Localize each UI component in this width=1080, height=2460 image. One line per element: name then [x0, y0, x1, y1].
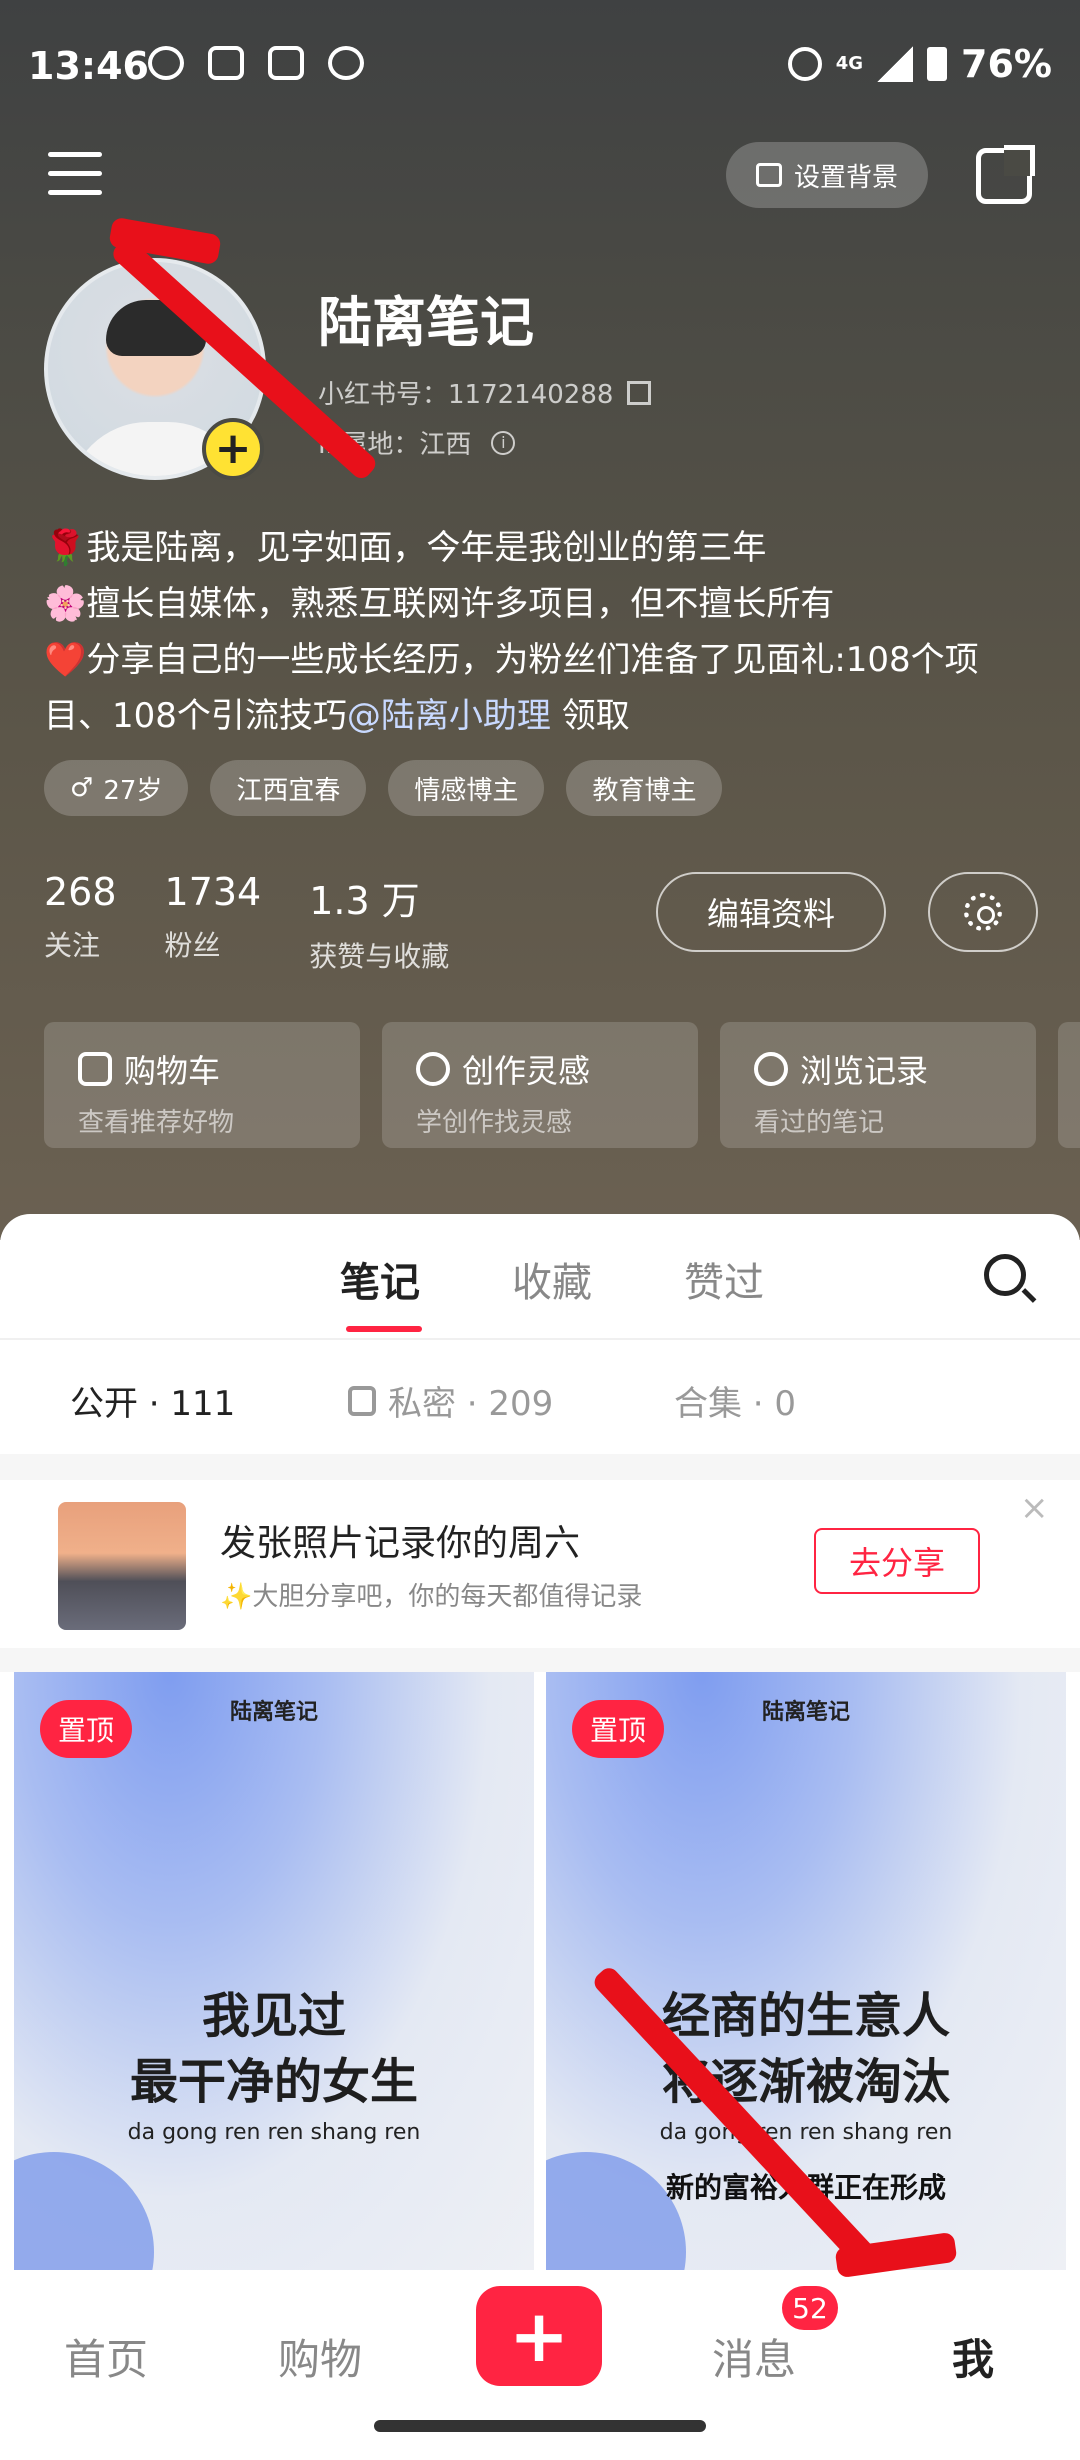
tag-location: 江西宜春	[210, 760, 367, 816]
profile-bio: 🌹我是陆离，见字如面，今年是我创业的第三年 🌸擅长自媒体，熟悉互联网许多项目，但…	[44, 520, 1044, 744]
status-time: 13:46	[28, 44, 149, 88]
status-bar: 13:46 4G 76%	[0, 0, 1080, 130]
tab-liked[interactable]: 赞过	[684, 1250, 764, 1308]
profile-tags: ♂ 27岁 江西宜春 情感博主 教育博主	[44, 760, 723, 816]
shortcut-cards: 购物车 查看推荐好物 创作灵感 学创作找灵感 浏览记录 看过的笔记	[44, 1022, 1080, 1148]
message-notification-icon	[208, 46, 244, 80]
bio-mention-link[interactable]: @陆离小助理	[347, 696, 551, 736]
active-tab-indicator	[346, 1326, 422, 1332]
share-icon[interactable]	[976, 145, 1035, 204]
battery-level: 76%	[961, 42, 1052, 86]
stat-following[interactable]: 268 关注	[44, 870, 117, 975]
edit-profile-button[interactable]: 编辑资料	[656, 872, 886, 952]
filter-collection[interactable]: 合集 · 0	[674, 1376, 796, 1425]
tag-category: 情感博主	[388, 760, 545, 816]
note-headline: 最干净的女生	[129, 2054, 418, 2110]
section-spacer	[0, 1454, 1080, 1480]
note-card[interactable]: 置顶 陆离笔记 我见过 最干净的女生 da gong ren ren shang…	[14, 1672, 534, 2272]
nav-shop[interactable]: 购物	[278, 2326, 362, 2387]
signal-icon	[877, 46, 914, 82]
record-notification-icon	[328, 46, 364, 80]
prompt-subtitle: ✨大胆分享吧，你的每天都值得记录	[220, 1582, 643, 1612]
filter-private[interactable]: 私密 · 209	[348, 1376, 553, 1425]
bio-line: 🌹我是陆离，见字如面，今年是我创业的第三年	[44, 528, 767, 568]
home-indicator[interactable]	[374, 2420, 706, 2432]
stat-likes[interactable]: 1.3 万 获赞与收藏	[309, 870, 449, 975]
info-icon[interactable]: i	[491, 430, 516, 455]
profile-id: 小红书号：1172140288	[318, 380, 614, 410]
filter-public[interactable]: 公开 · 111	[70, 1376, 235, 1425]
avatar-add-icon[interactable]: +	[202, 418, 264, 480]
share-prompt-card: 发张照片记录你的周六 ✨大胆分享吧，你的每天都值得记录 去分享 ×	[14, 1480, 1066, 1648]
tab-notes[interactable]: 笔记	[340, 1250, 420, 1308]
tag-age: ♂ 27岁	[44, 760, 189, 816]
note-headline: 将逐渐被淘汰	[661, 2054, 950, 2110]
tag-category: 教育博主	[566, 760, 723, 816]
set-background-button[interactable]: 设置背景	[726, 142, 928, 208]
nav-me[interactable]: 我	[952, 2326, 994, 2387]
battery-icon	[927, 47, 948, 81]
app-notification-icon	[148, 46, 184, 80]
grid-notification-icon	[268, 46, 304, 80]
publish-button[interactable]: +	[476, 2286, 602, 2386]
image-icon	[755, 163, 782, 187]
stat-followers[interactable]: 1734 粉丝	[165, 870, 262, 975]
bulb-icon	[416, 1052, 450, 1086]
profile-id-row[interactable]: 小红书号：1172140288	[318, 374, 652, 411]
go-share-button[interactable]: 去分享	[814, 1528, 980, 1594]
messages-badge: 52	[782, 2286, 838, 2330]
shortcut-inspiration[interactable]: 创作灵感 学创作找灵感	[382, 1022, 698, 1148]
shortcut-more[interactable]	[1058, 1022, 1080, 1148]
nav-home[interactable]: 首页	[64, 2326, 148, 2387]
shortcut-history[interactable]: 浏览记录 看过的笔记	[720, 1022, 1036, 1148]
prompt-title: 发张照片记录你的周六	[220, 1523, 581, 1564]
system-indicators: 4G 76%	[787, 42, 1052, 86]
bio-tail: 领取	[550, 696, 630, 736]
bio-line-last: ❤️分享自己的一些成长经历，为粉丝们准备了见面礼:108个项目、108个引流技巧…	[44, 632, 1044, 744]
set-background-label: 设置背景	[793, 162, 898, 193]
gender-icon: ♂	[70, 773, 94, 803]
shortcut-cart[interactable]: 购物车 查看推荐好物	[44, 1022, 360, 1148]
pinned-badge: 置顶	[40, 1700, 133, 1758]
pinned-badge: 置顶	[572, 1700, 665, 1758]
note-pinyin: da gong ren ren shang ren	[127, 2120, 421, 2145]
section-spacer	[0, 1648, 1080, 1672]
tab-collections[interactable]: 收藏	[512, 1250, 592, 1308]
lock-icon	[348, 1385, 376, 1416]
notification-icons	[148, 46, 364, 80]
content-tabs: 笔记 收藏 赞过	[0, 1240, 1080, 1340]
note-pinyin: da gong ren ren shang ren	[659, 2120, 953, 2145]
nav-messages[interactable]: 消息	[712, 2326, 796, 2387]
alarm-icon	[787, 47, 822, 81]
bio-line: 🌸擅长自媒体，熟悉互联网许多项目，但不擅长所有	[44, 584, 835, 624]
menu-icon[interactable]	[48, 152, 102, 196]
profile-name: 陆离笔记	[318, 291, 534, 354]
note-headline: 我见过	[201, 1988, 346, 2044]
clock-icon	[754, 1052, 788, 1086]
profile-stats: 268 关注 1734 粉丝 1.3 万 获赞与收藏	[44, 870, 449, 975]
note-filter-tabs: 公开 · 111 私密 · 209 合集 · 0	[0, 1340, 1080, 1452]
search-icon[interactable]	[984, 1254, 1026, 1296]
prompt-thumbnail	[58, 1502, 186, 1630]
cart-icon	[78, 1052, 112, 1086]
settings-button[interactable]	[928, 872, 1038, 952]
qr-code-icon[interactable]	[627, 380, 652, 405]
gear-icon	[964, 893, 1002, 931]
network-type: 4G	[835, 53, 864, 74]
close-icon[interactable]: ×	[1020, 1488, 1049, 1528]
